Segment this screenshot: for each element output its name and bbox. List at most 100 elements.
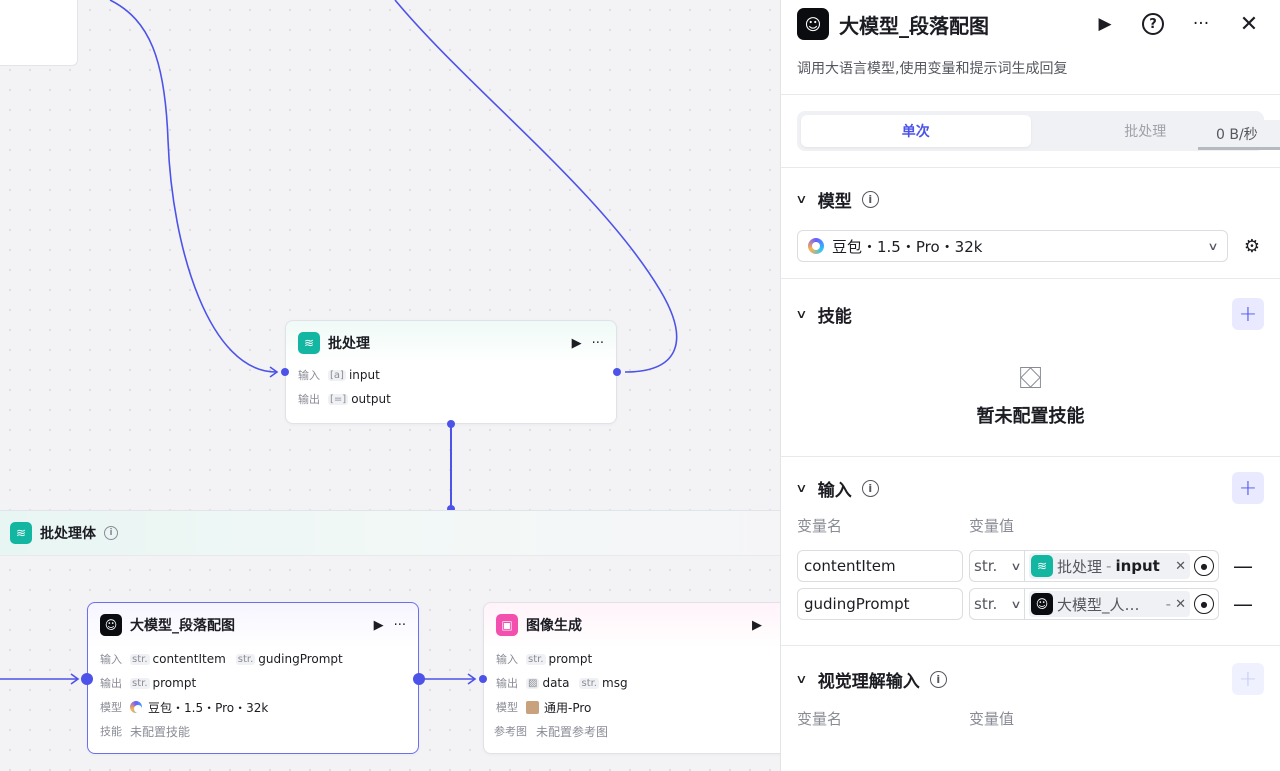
info-icon[interactable]: i [861, 479, 879, 497]
row-key: 输出 [100, 677, 122, 690]
skill-section: ∨ 技能 + ⛋ 暂未配置技能 [781, 279, 1280, 456]
row-key: 参考图 [494, 725, 527, 738]
skill-value: 未配置技能 [130, 724, 191, 739]
add-vision-input-button[interactable]: + [1232, 663, 1264, 695]
image-input-port[interactable] [479, 675, 487, 683]
var-name-input[interactable]: gudingPrompt [797, 588, 963, 620]
section-title: 输入 [817, 480, 852, 501]
empty-text: 暂未配置技能 [976, 406, 1085, 427]
var-value-ref[interactable]: ≋ 批处理 - input ✕ ● [1025, 550, 1219, 582]
add-input-button[interactable]: + [1232, 472, 1264, 504]
llm-icon: ☺ [100, 614, 122, 636]
model-value: 豆包・1.5・Pro・32k [148, 700, 269, 715]
minus-icon[interactable]: — [1233, 554, 1253, 578]
batch-output-port[interactable] [613, 368, 621, 376]
doubao-icon [130, 701, 142, 713]
target-icon[interactable]: ● [1194, 556, 1214, 576]
workflow-canvas[interactable]: ≋ 批处理 ▶ ··· 输入 [a] input 输出 [=] output ≋ 批… [0, 0, 780, 771]
play-icon[interactable]: ▶ [374, 618, 384, 633]
output-tag: ▨ data [526, 676, 569, 690]
help-icon[interactable]: ? [1138, 9, 1168, 39]
chevron-down-icon[interactable]: ∨ [795, 481, 807, 495]
string-type-icon: str. [526, 653, 546, 665]
node-title: 批处理 [328, 336, 370, 352]
row-key: 输出 [496, 677, 518, 690]
input-tag: str. prompt [526, 652, 592, 666]
var-value-ref[interactable]: ☺ 大模型_人… - ✕ ● [1025, 588, 1219, 620]
model-section: ∨ 模型 i 豆包・1.5・Pro・32k ∨ ⚙ [781, 168, 1280, 278]
string-type-icon: str. [130, 653, 150, 665]
llm-output-port[interactable] [413, 673, 425, 685]
info-icon[interactable]: i [929, 670, 947, 688]
row-key: 输入 [496, 653, 518, 666]
batch-node[interactable]: ≋ 批处理 ▶ ··· 输入 [a] input 输出 [=] output [285, 320, 617, 424]
play-icon[interactable]: ▶ [572, 336, 582, 351]
chevron-down-icon[interactable]: ∨ [795, 672, 807, 686]
empty-state: ⛋ 暂未配置技能 [797, 349, 1264, 456]
output-tag: str. msg [579, 676, 628, 690]
chevron-down-icon[interactable]: ∨ [795, 307, 807, 321]
batch-bottom-port[interactable] [447, 420, 455, 428]
info-icon[interactable]: i [861, 190, 879, 208]
string-type-icon: str. [130, 677, 150, 689]
info-icon[interactable]: i [104, 526, 118, 540]
minus-icon[interactable]: — [1233, 592, 1253, 616]
doubao-icon [808, 238, 824, 254]
llm-input-port[interactable] [81, 673, 93, 685]
add-skill-button[interactable]: + [1232, 298, 1264, 330]
panel-description: 调用大语言模型,使用变量和提示词生成回复 [797, 61, 1068, 77]
output-tag: str. prompt [130, 676, 196, 690]
more-icon[interactable]: ··· [592, 336, 604, 351]
play-icon[interactable]: ▶ [752, 618, 762, 633]
row-key: 输入 [100, 653, 122, 666]
layers-icon: ≋ [1031, 555, 1053, 577]
target-icon[interactable]: ● [1194, 594, 1214, 614]
input-row: gudingPrompt str. ∨ ☺ 大模型_人… - ✕ ● — [797, 585, 1264, 623]
batch-body-title: 批处理体 [40, 526, 96, 542]
clear-icon[interactable]: ✕ [1175, 559, 1186, 574]
array-type-icon: [=] [328, 393, 349, 405]
type-select[interactable]: str. ∨ [969, 550, 1025, 582]
chevron-down-icon: ∨ [1010, 559, 1022, 573]
var-name-input[interactable]: contentItem [797, 550, 963, 582]
tag-label: gudingPrompt [258, 652, 343, 666]
section-title: 技能 [817, 306, 852, 327]
type-value: str. [974, 557, 998, 575]
vision-input-section: ∨ 视觉理解输入 i + 变量名 变量值 [781, 646, 1280, 730]
play-icon[interactable]: ▶ [1090, 9, 1120, 39]
clear-icon[interactable]: ✕ [1175, 597, 1186, 612]
type-select[interactable]: str. ∨ [969, 588, 1025, 620]
col-var-name: 变量名 [797, 709, 843, 728]
gear-icon[interactable]: ⚙ [1240, 236, 1264, 257]
llm-icon: ☺ [797, 8, 829, 40]
tag-label: prompt [152, 676, 197, 690]
output-tag: [=] output [328, 392, 391, 406]
col-var-value: 变量值 [969, 709, 1015, 728]
chevron-down-icon: ∨ [1207, 239, 1219, 253]
tag-label: data [542, 676, 570, 690]
chevron-down-icon[interactable]: ∨ [795, 192, 807, 206]
model-select-value: 豆包・1.5・Pro・32k [832, 237, 983, 256]
batch-body-header[interactable]: ≋ 批处理体 i [0, 510, 780, 556]
row-key: 输入 [298, 369, 320, 382]
row-key: 模型 [100, 701, 122, 714]
more-icon[interactable]: ··· [394, 618, 406, 633]
tab-single[interactable]: 单次 [801, 115, 1031, 147]
more-icon[interactable]: ··· [1186, 9, 1216, 39]
ref-chip[interactable]: ≋ 批处理 - input ✕ [1029, 553, 1190, 579]
ref-chip[interactable]: ☺ 大模型_人… - ✕ [1029, 591, 1190, 617]
model-select[interactable]: 豆包・1.5・Pro・32k ∨ [797, 230, 1228, 262]
model-value: 通用-Pro [544, 700, 592, 715]
net-speed-badge: 0 B/秒 [1198, 120, 1280, 150]
ref-node-name: 大模型_人… [1057, 595, 1140, 614]
tag-label: contentItem [152, 652, 226, 666]
chevron-down-icon: ∨ [1010, 597, 1022, 611]
llm-node[interactable]: ☺ 大模型_段落配图 ▶ ··· 输入 str. contentItem str.… [87, 602, 419, 754]
mode-switch: 单次 批处理 [797, 111, 1264, 151]
ref-node-name: 批处理 [1057, 557, 1103, 576]
image-gen-node[interactable]: ▣ 图像生成 ▶ 输入 str. prompt 输出 ▨ data str. msg … [483, 602, 780, 754]
image-icon: ▣ [496, 614, 518, 636]
close-icon[interactable]: ✕ [1234, 9, 1264, 39]
panel-title[interactable]: 大模型_段落配图 [839, 10, 1072, 39]
batch-input-port[interactable] [281, 368, 289, 376]
